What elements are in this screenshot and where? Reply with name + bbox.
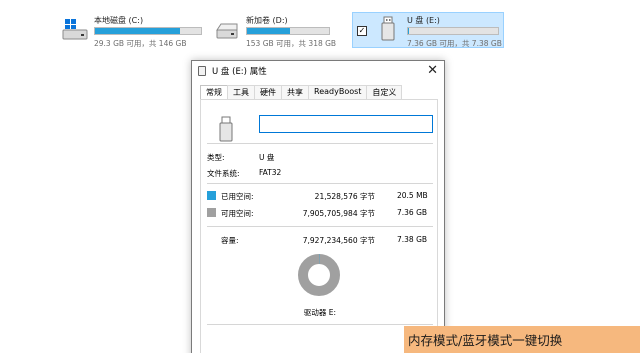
drive-tile-d[interactable]: 新加卷 (D:) 153 GB 可用，共 318 GB — [214, 12, 337, 48]
drive-name: U 盘 (E:) — [407, 16, 440, 25]
dialog-titlebar[interactable]: U 盘 (E:) 属性 ✕ — [192, 61, 444, 81]
drive-usage-bar — [246, 27, 330, 35]
explorer-window: 本地磁盘 (C:) 29.3 GB 可用，共 146 GB 新加卷 (D:) 1… — [0, 0, 640, 353]
drive-name: 新加卷 (D:) — [246, 16, 288, 25]
divider — [207, 143, 433, 144]
tab-hardware[interactable]: 硬件 — [254, 85, 282, 99]
drive-name: 本地磁盘 (C:) — [94, 16, 144, 25]
tab-general[interactable]: 常规 — [200, 85, 228, 100]
windows-drive-icon — [62, 19, 88, 40]
filesystem-value: FAT32 — [259, 168, 282, 177]
type-value: U 盘 — [259, 153, 275, 162]
hard-drive-icon — [216, 23, 238, 39]
drive-usage-bar — [94, 27, 202, 35]
close-button[interactable]: ✕ — [427, 63, 438, 78]
used-space-bytes: 21,528,576 字节 — [314, 192, 375, 201]
divider — [207, 183, 433, 184]
used-space-label: 已用空间: — [221, 192, 254, 201]
drive-size-text: 7.36 GB 可用，共 7.38 GB — [407, 39, 502, 48]
used-space-swatch — [207, 191, 216, 200]
drive-usage-bar — [407, 27, 499, 35]
caption-banner: 内存模式/蓝牙模式一键切换 — [404, 326, 640, 353]
caption-line-1: 内存模式/蓝牙模式一键切换 — [408, 333, 563, 348]
capacity-bytes: 7,927,234,560 字节 — [302, 236, 375, 245]
select-checkbox[interactable]: ✓ — [357, 26, 367, 36]
drive-tile-c[interactable]: 本地磁盘 (C:) 29.3 GB 可用，共 146 GB — [62, 12, 202, 48]
usb-drive-icon — [198, 66, 206, 76]
used-space-size: 20.5 MB — [397, 191, 428, 200]
tab-readyboost[interactable]: ReadyBoost — [308, 85, 368, 99]
usage-donut-chart — [298, 254, 340, 296]
divider — [207, 324, 433, 325]
volume-name-input[interactable] — [259, 115, 433, 133]
tab-strip: 常规 工具 硬件 共享 ReadyBoost 自定义 — [200, 85, 403, 100]
properties-dialog: U 盘 (E:) 属性 ✕ 常规 工具 硬件 共享 ReadyBoost 自定义… — [191, 60, 445, 353]
capacity-label: 容量: — [221, 236, 239, 245]
capacity-size: 7.38 GB — [397, 235, 428, 244]
usb-drive-icon — [381, 16, 395, 41]
tab-customize[interactable]: 自定义 — [366, 85, 403, 99]
divider — [207, 226, 433, 227]
type-label: 类型: — [207, 153, 225, 162]
free-space-label: 可用空间: — [221, 209, 254, 218]
drive-letter-label: 驱动器 E: — [303, 308, 337, 317]
drive-usage-fill — [95, 28, 180, 34]
drive-size-text: 29.3 GB 可用，共 146 GB — [94, 39, 187, 48]
free-space-bytes: 7,905,705,984 字节 — [302, 209, 375, 218]
drive-tile-e[interactable]: U 盘 (E:) 7.36 GB 可用，共 7.38 GB — [375, 12, 503, 48]
drive-size-text: 153 GB 可用，共 318 GB — [246, 39, 337, 48]
free-space-size: 7.36 GB — [397, 208, 428, 217]
tab-tools[interactable]: 工具 — [227, 85, 255, 99]
dialog-title: U 盘 (E:) 属性 — [212, 67, 267, 77]
general-tab-panel: 类型: U 盘 文件系统: FAT32 已用空间: 21,528,576 字节 … — [200, 99, 438, 353]
drive-tile-e-selected[interactable]: ✓ U 盘 (E:) 7.36 GB 可用，共 7.38 GB — [352, 12, 504, 48]
filesystem-label: 文件系统: — [207, 169, 240, 178]
usb-drive-icon — [219, 116, 233, 142]
free-space-swatch — [207, 208, 216, 217]
tab-sharing[interactable]: 共享 — [281, 85, 309, 99]
drive-usage-fill — [247, 28, 290, 34]
